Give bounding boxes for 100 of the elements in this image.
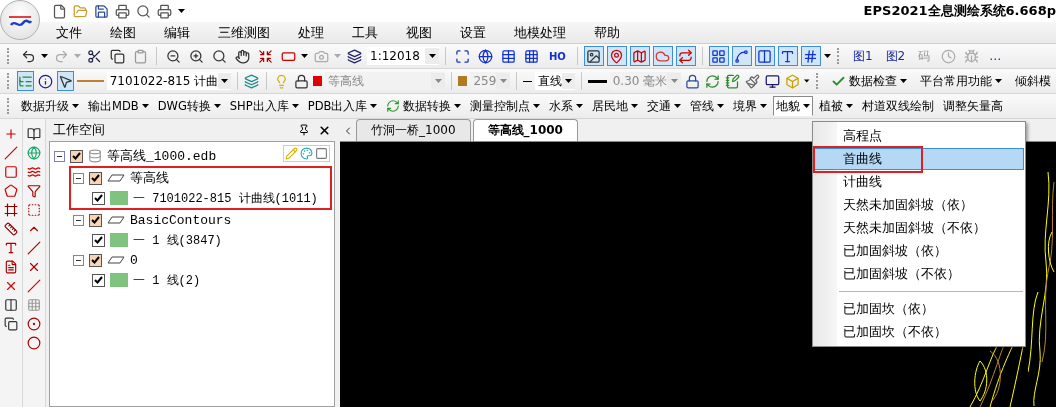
tree-item[interactable]: BasicContours	[130, 212, 232, 228]
menu-item[interactable]: 工具	[338, 23, 392, 42]
line-icon[interactable]	[4, 146, 18, 160]
rectangle-icon[interactable]	[4, 165, 18, 179]
tree-item[interactable]: 等高线_1000.edb	[107, 147, 217, 165]
module-menu-button[interactable]: 输出MDB	[85, 96, 152, 116]
cross-icon[interactable]	[27, 260, 41, 274]
cloud-icon[interactable]	[652, 46, 673, 66]
menu-item[interactable]: 已加固斜坡（依）	[814, 240, 1024, 262]
module-menu-button[interactable]: PDB出入库	[304, 96, 381, 116]
line-icon[interactable]	[27, 241, 41, 255]
printer-icon[interactable]	[157, 3, 172, 19]
select-icon[interactable]	[57, 71, 75, 91]
filter-icon[interactable]	[27, 184, 41, 198]
dots-icon[interactable]	[708, 46, 729, 66]
frame-icon[interactable]	[4, 203, 18, 217]
new-file-icon[interactable]	[52, 3, 67, 19]
module-menu-button[interactable]: 村道双线绘制	[859, 96, 938, 116]
open-folder-icon[interactable]	[73, 3, 88, 19]
view-button[interactable]: 图1	[847, 46, 878, 66]
module-menu-button[interactable]: 调整矢量高	[940, 96, 1007, 116]
module-menu-button[interactable]: 测量控制点	[467, 96, 544, 116]
map-pin-icon[interactable]	[606, 46, 627, 66]
more-button[interactable]: …	[984, 46, 1007, 66]
checkbox[interactable]	[89, 253, 102, 267]
split-icon[interactable]	[4, 298, 18, 312]
waves-icon[interactable]	[27, 165, 41, 179]
printer-icon[interactable]	[115, 3, 130, 19]
code-combo[interactable]: 7101022-815 计曲	[106, 72, 231, 90]
line-type-combo[interactable]: 直线	[535, 72, 576, 90]
menu-item[interactable]: 已加固坎（依）	[814, 298, 1024, 320]
checkbox[interactable]	[70, 149, 83, 163]
panels-icon[interactable]	[754, 46, 775, 66]
view-button[interactable]: 图2	[880, 46, 911, 66]
book-icon[interactable]	[27, 127, 41, 141]
dashed-line-icon[interactable]	[27, 279, 41, 293]
document-tab[interactable]: 竹洞一桥_1000	[356, 119, 471, 141]
tree-item[interactable]: 一 1 线(2)	[133, 271, 201, 289]
text-frame-icon[interactable]	[4, 260, 18, 274]
menu-item[interactable]: 三维测图	[204, 23, 284, 42]
module-menu-button[interactable]: 水系	[546, 96, 587, 116]
tree-item[interactable]: 一 1 线(3847)	[133, 231, 222, 249]
checkbox[interactable]	[92, 273, 105, 287]
module-menu-button[interactable]: 数据升级	[18, 96, 82, 116]
module-menu-button[interactable]: 数据转换	[383, 96, 465, 116]
module-menu-button[interactable]: DWG转换	[154, 96, 224, 116]
map-icon[interactable]	[629, 46, 650, 66]
scale-combo[interactable]: 1:12018	[367, 47, 439, 65]
document-tab[interactable]: 等高线_1000	[472, 119, 578, 141]
text-tool-icon[interactable]	[4, 241, 18, 255]
tree-item[interactable]: 等高线	[130, 169, 169, 187]
menu-item[interactable]: 绘图	[96, 23, 150, 42]
menu-item[interactable]: 高程点	[814, 125, 1024, 147]
collapse-toggle[interactable]	[73, 254, 84, 266]
module-menu-button[interactable]: 管线	[687, 96, 728, 116]
module-menu-button[interactable]: 地貌	[773, 96, 814, 116]
target-icon[interactable]	[27, 317, 41, 331]
menu-item[interactable]: 已加固斜坡（不依）	[814, 263, 1024, 285]
collapse-toggle[interactable]	[54, 150, 65, 162]
layer-tree-icon[interactable]	[17, 71, 35, 91]
repeat-icon[interactable]	[675, 46, 696, 66]
print-preview-icon[interactable]	[136, 3, 151, 19]
checkbox[interactable]	[92, 191, 105, 205]
numbering-icon[interactable]	[800, 46, 821, 66]
checkbox[interactable]	[92, 233, 105, 247]
menu-item[interactable]: 已加固坎（不依）	[814, 321, 1024, 343]
collapse-toggle[interactable]	[73, 172, 84, 184]
close-icon[interactable]	[318, 123, 331, 137]
menu-item[interactable]: 首曲线	[814, 148, 1024, 170]
pin-icon[interactable]	[298, 124, 310, 136]
menu-item[interactable]: 处理	[284, 23, 338, 42]
collapse-toggle[interactable]	[73, 214, 84, 226]
menu-item[interactable]: 地模处理	[500, 23, 580, 42]
menu-item[interactable]: 文件	[42, 23, 96, 42]
menu-item[interactable]: 视图	[392, 23, 446, 42]
ruler-icon[interactable]	[4, 222, 18, 236]
pentagon-icon[interactable]	[4, 184, 18, 198]
module-menu-button[interactable]: 境界	[730, 96, 771, 116]
text-icon[interactable]	[777, 46, 798, 66]
menu-item[interactable]: 天然未加固斜坡（不依）	[814, 217, 1024, 239]
palette-icon[interactable]	[300, 147, 313, 160]
module-menu-button[interactable]: 交通	[644, 96, 685, 116]
module-menu-button[interactable]: 居民地	[589, 96, 642, 116]
save-icon[interactable]	[94, 3, 109, 19]
square-icon[interactable]	[315, 147, 328, 160]
tree-item[interactable]: 0	[130, 252, 138, 268]
menu-item[interactable]: 帮助	[580, 23, 634, 42]
module-menu-button[interactable]: SHP出入库	[226, 96, 302, 116]
menu-item[interactable]: 计曲线	[814, 171, 1024, 193]
toolbar-menu-button[interactable]: 平台常用功能	[915, 71, 1008, 91]
image-icon[interactable]	[583, 46, 604, 66]
menu-item[interactable]: 天然未加固斜坡（依）	[814, 194, 1024, 216]
plus-icon[interactable]	[4, 127, 18, 141]
text-button[interactable]: HO	[544, 46, 571, 66]
copy-icon[interactable]	[4, 317, 18, 331]
dashed-square-icon[interactable]	[27, 203, 41, 217]
module-menu-button[interactable]: 植被	[816, 96, 857, 116]
checkbox[interactable]	[89, 171, 102, 185]
circle-icon[interactable]	[27, 336, 41, 350]
tree-item[interactable]: 一 7101022-815 计曲线(1011)	[133, 189, 318, 207]
